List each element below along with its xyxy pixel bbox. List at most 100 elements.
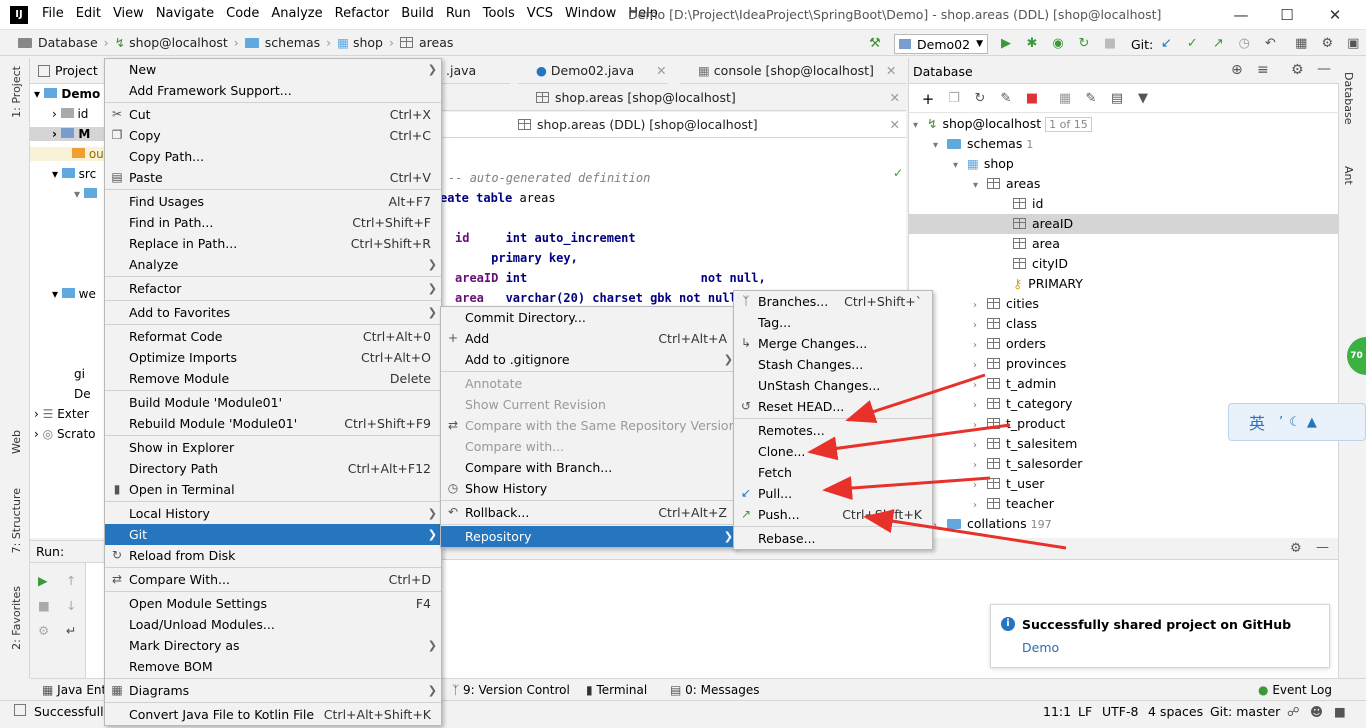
menu-item-open-in-terminal[interactable]: ▮ Open in Terminal <box>105 479 441 500</box>
tab-shop-areas-ddl[interactable]: shop.areas (DDL) [shop@localhost] ✕ <box>440 112 906 138</box>
menu-item-rebase[interactable]: Rebase... <box>734 528 932 549</box>
tab-messages[interactable]: ▤ 0: Messages <box>670 683 760 697</box>
tab-java-file[interactable]: .java <box>440 58 510 84</box>
menu-item-cut[interactable]: ✂ Cut Ctrl+X <box>105 104 441 125</box>
menu-item-build-module-module01[interactable]: Build Module 'Module01' <box>105 392 441 413</box>
menu-item-replace-in-path[interactable]: Replace in Path... Ctrl+Shift+R <box>105 233 441 254</box>
tree-item-demo[interactable]: ▾ Demo <box>34 87 100 101</box>
tree-column[interactable]: id <box>1013 194 1043 214</box>
tree-table-areas[interactable]: ▾ areas <box>973 174 1040 194</box>
caret-position[interactable]: 11:1 <box>1043 704 1071 719</box>
project-panel-title[interactable]: Project <box>55 63 98 78</box>
line-separator[interactable]: LF <box>1078 704 1092 719</box>
profile-icon[interactable]: ↻ <box>1076 36 1092 52</box>
menu-item-pull[interactable]: ↙ Pull... <box>734 483 932 504</box>
menu-item-git[interactable]: Git ❯ <box>105 524 441 545</box>
menu-item-directory-path[interactable]: Directory Path Ctrl+Alt+F12 <box>105 458 441 479</box>
minimize-button[interactable]: — <box>1230 4 1252 26</box>
menu-item-paste[interactable]: ▤ Paste Ctrl+V <box>105 167 441 188</box>
moon-icon[interactable]: ☾ <box>1289 415 1301 430</box>
console-icon[interactable]: ▤ <box>1109 91 1125 107</box>
tree-item-gitignore[interactable]: gi <box>74 367 85 381</box>
tree-column[interactable]: ⚷ PRIMARY <box>1013 274 1083 294</box>
maximize-button[interactable]: ☐ <box>1276 4 1298 26</box>
wrap-icon[interactable]: ↵ <box>66 623 76 638</box>
push-toolbar-icon[interactable]: ↗ <box>1210 36 1226 52</box>
menu-item-copy-path[interactable]: Copy Path... <box>105 146 441 167</box>
git-branch[interactable]: Git: master <box>1210 704 1280 719</box>
menu-item-convert-java-file-to-kotlin-file[interactable]: Convert Java File to Kotlin File Ctrl+Alt… <box>105 704 441 725</box>
tree-item-idea[interactable]: › id <box>52 107 88 121</box>
menu-item-analyze[interactable]: Analyze ❯ <box>105 254 441 275</box>
menu-build[interactable]: Build <box>401 6 434 21</box>
tree-column[interactable]: cityID <box>1013 254 1068 274</box>
menu-item-rollback[interactable]: ↶ Rollback... Ctrl+Alt+Z <box>441 502 737 523</box>
menu-refactor[interactable]: Refactor <box>335 6 390 21</box>
menu-item-add[interactable]: + Add Ctrl+Alt+A <box>441 328 737 349</box>
menu-window[interactable]: Window <box>565 6 616 21</box>
tab-terminal[interactable]: ▮ Terminal <box>586 683 647 697</box>
copy-icon[interactable]: ❐ <box>946 91 962 107</box>
menu-item-reformat-code[interactable]: Reformat Code Ctrl+Alt+0 <box>105 326 441 347</box>
tab-version-control[interactable]: ᛉ 9: Version Control <box>452 683 570 697</box>
hide-icon[interactable]: — <box>1317 61 1331 77</box>
filter-icon[interactable]: ▼ <box>1135 91 1151 107</box>
menu-analyze[interactable]: Analyze <box>271 6 322 21</box>
run-config-select[interactable]: Demo02 ▼ <box>894 34 988 54</box>
menu-item-show-in-explorer[interactable]: Show in Explorer <box>105 437 441 458</box>
ime-language[interactable]: 英 <box>1249 410 1265 434</box>
inspector-icon[interactable]: ☻ <box>1310 704 1323 719</box>
tab-structure[interactable]: 7: Structure <box>10 488 23 553</box>
tab-shop-areas[interactable]: shop.areas [shop@localhost] ✕ <box>440 85 906 111</box>
menu-item-load-unload-modules[interactable]: Load/Unload Modules... <box>105 614 441 635</box>
menu-item-reset-head[interactable]: ↺ Reset HEAD... <box>734 396 932 417</box>
tree-table[interactable]: › cities <box>973 294 1039 314</box>
tree-table[interactable]: › t_product <box>973 414 1065 434</box>
menu-item-mark-directory-as[interactable]: Mark Directory as ❯ <box>105 635 441 656</box>
tree-item-scratches[interactable]: › ◎ Scrato <box>34 427 96 441</box>
breadcrumb-datasource[interactable]: ↯ shop@localhost <box>115 35 228 50</box>
menu-tools[interactable]: Tools <box>483 6 515 21</box>
menu-item-unstash-changes[interactable]: UnStash Changes... <box>734 375 932 396</box>
lock-icon[interactable]: ☍ <box>1287 704 1300 719</box>
tab-demo02[interactable]: ● Demo02.java ✕ <box>518 58 668 84</box>
menu-view[interactable]: View <box>113 6 144 21</box>
tab-event-log[interactable]: ● Event Log <box>1258 683 1332 697</box>
project-structure-icon[interactable]: ▦ <box>1293 36 1309 52</box>
menu-item-find-usages[interactable]: Find Usages Alt+F7 <box>105 191 441 212</box>
run-icon[interactable]: ▶ <box>998 36 1014 52</box>
tree-table[interactable]: › class <box>973 314 1037 334</box>
tab-web[interactable]: Web <box>10 430 23 454</box>
tree-item-src[interactable]: ▾ src <box>52 167 96 181</box>
breadcrumb-database[interactable]: Database <box>18 35 98 50</box>
menu-item-find-in-path[interactable]: Find in Path... Ctrl+Shift+F <box>105 212 441 233</box>
tree-table[interactable]: › provinces <box>973 354 1066 374</box>
tree-table[interactable]: › orders <box>973 334 1046 354</box>
tree-table[interactable]: › teacher <box>973 494 1054 514</box>
stop-icon[interactable]: ■ <box>1102 36 1118 52</box>
menu-run[interactable]: Run <box>446 6 471 21</box>
tab-console[interactable]: ▦ console [shop@localhost] ✕ <box>680 58 906 84</box>
sync-icon[interactable]: ✎ <box>998 91 1014 107</box>
rerun-icon[interactable]: ▶ <box>38 573 48 588</box>
stop-icon[interactable]: ■ <box>38 598 50 613</box>
tree-table[interactable]: › t_salesorder <box>973 454 1082 474</box>
menu-vcs[interactable]: VCS <box>527 6 553 21</box>
tree-item-child[interactable]: ▾ <box>74 187 97 201</box>
punctuation-icon[interactable]: ’ <box>1279 415 1283 430</box>
menu-item-reload-from-disk[interactable]: ↻ Reload from Disk <box>105 545 441 566</box>
menu-item-local-history[interactable]: Local History ❯ <box>105 503 441 524</box>
event-icon[interactable]: ■ <box>1334 704 1346 719</box>
menu-item-compare-with-branch[interactable]: Compare with Branch... <box>441 457 737 478</box>
tab-project[interactable]: 1: Project <box>10 66 23 118</box>
settings-icon[interactable]: ⚙ <box>38 623 49 638</box>
tree-column[interactable]: area <box>1013 234 1060 254</box>
tree-table[interactable]: › t_admin <box>973 374 1056 394</box>
menu-item-optimize-imports[interactable]: Optimize Imports Ctrl+Alt+O <box>105 347 441 368</box>
menu-item-tag[interactable]: Tag... <box>734 312 932 333</box>
commit-icon[interactable]: ✓ <box>1184 36 1200 52</box>
gear-icon[interactable]: ⚙ <box>1291 62 1304 78</box>
menu-code[interactable]: Code <box>226 6 259 21</box>
menu-item-repository[interactable]: Repository ❯ <box>441 526 737 547</box>
notification-link[interactable]: Demo <box>1022 640 1059 655</box>
